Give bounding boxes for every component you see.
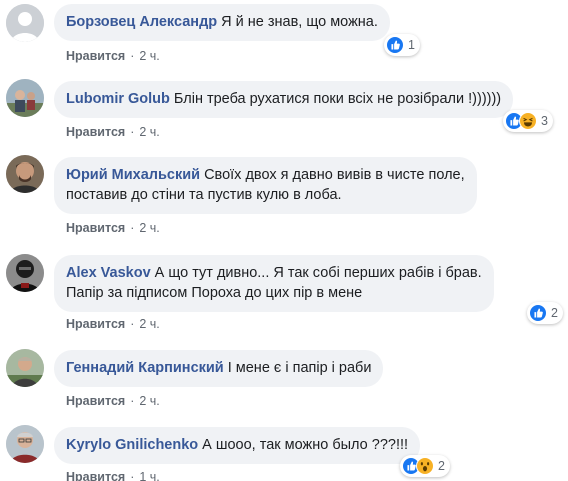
comment-actions: Нравится · 2 ч. [66,316,160,332]
avatar[interactable] [6,155,44,193]
reaction-summary[interactable]: 1 [384,34,420,56]
comment-text: Я й не знав, що можна. [221,14,378,30]
comment-author[interactable]: Kyrylo Gnilichenko [66,437,198,453]
comment-author[interactable]: Юрий Михальский [66,167,200,183]
reaction-summary[interactable]: 3 [503,110,553,132]
avatar[interactable] [6,425,44,463]
wow-icon [416,457,434,475]
like-button[interactable]: Нравится [66,49,125,63]
comment-bubble: Lubomir Golub Блін треба рухатися поки вс… [54,81,514,118]
comment-timestamp[interactable]: 2 ч. [139,394,159,408]
like-icon [529,304,547,322]
comment-actions: Нравится · 2 ч. [66,48,160,64]
reaction-count: 3 [541,114,548,128]
comment-text: Блін треба рухатися поки всіх не розібра… [173,91,502,107]
comment-text: І мене є і папір і раби [227,360,372,376]
comment-actions: Нравится · 2 ч. [66,124,160,140]
comment-timestamp[interactable]: 2 ч. [139,317,159,331]
reaction-count: 2 [438,459,445,473]
comment-timestamp[interactable]: 2 ч. [139,49,159,63]
separator: · [130,221,135,235]
reaction-count: 2 [551,306,558,320]
avatar[interactable] [6,349,44,387]
like-button[interactable]: Нравится [66,470,125,481]
like-button[interactable]: Нравится [66,394,125,408]
comment-timestamp[interactable]: 1 ч. [139,470,159,481]
separator: · [130,470,135,481]
haha-icon [519,112,537,130]
comment-bubble: Борзовец Александр Я й не знав, що можна. [54,4,390,41]
comment-text: А шооо, так можно было ???!!! [202,437,409,453]
avatar[interactable] [6,79,44,117]
like-button[interactable]: Нравится [66,125,125,139]
separator: · [130,49,135,63]
comment-author[interactable]: Борзовец Александр [66,14,217,30]
reaction-summary[interactable]: 2 [400,455,450,477]
reaction-count: 1 [408,38,415,52]
like-button[interactable]: Нравится [66,221,125,235]
separator: · [130,394,135,408]
comment-bubble: Kyrylo Gnilichenko А шооо, так можно было… [54,427,421,464]
comment-actions: Нравится · 1 ч. [66,469,160,481]
comment-bubble: Юрий Михальский Своїх двох я давно вивів … [54,157,477,214]
comment-author[interactable]: Lubomir Golub [66,91,170,107]
like-button[interactable]: Нравится [66,317,125,331]
separator: · [130,317,135,331]
separator: · [130,125,135,139]
comment-bubble: Геннадий Карпинский І мене є і папір і ра… [54,350,384,387]
comment-actions: Нравится · 2 ч. [66,220,160,236]
avatar[interactable] [6,254,44,292]
comment-author[interactable]: Alex Vaskov [66,265,151,281]
reaction-summary[interactable]: 2 [527,302,563,324]
comment-actions: Нравится · 2 ч. [66,393,160,409]
comment-bubble: Alex Vaskov А що тут дивно... Я так собі … [54,255,494,312]
comment-author[interactable]: Геннадий Карпинский [66,360,224,376]
comment-timestamp[interactable]: 2 ч. [139,221,159,235]
comment-timestamp[interactable]: 2 ч. [139,125,159,139]
like-icon [386,36,404,54]
avatar[interactable] [6,4,44,42]
